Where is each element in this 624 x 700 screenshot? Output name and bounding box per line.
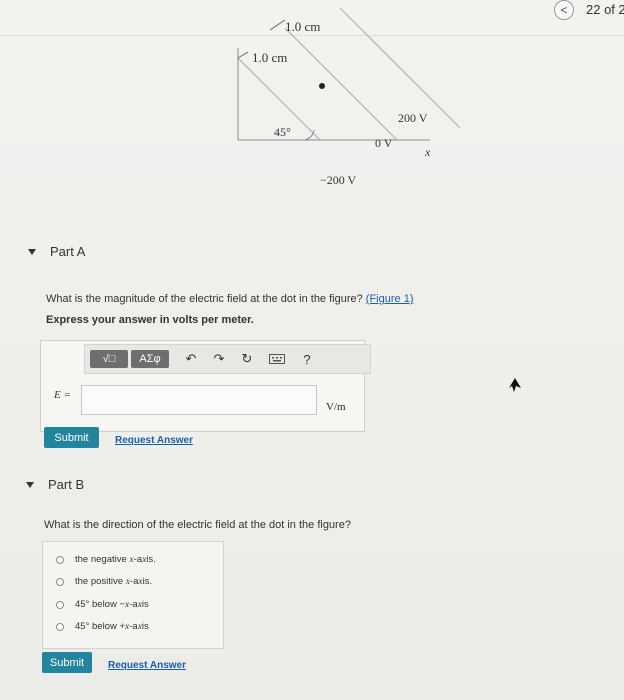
radio-button[interactable] xyxy=(56,600,64,609)
unit-label: V/m xyxy=(326,401,346,413)
part-b-request-answer-link[interactable]: Request Answer xyxy=(108,660,186,671)
label-0v: 0 V xyxy=(375,136,393,150)
equipotential-figure: 1.0 cm 1.0 cm 45° 200 V 0 V x −200 V xyxy=(237,8,460,187)
templates-button[interactable]: √□ xyxy=(90,350,128,368)
undo-icon[interactable]: ↶ xyxy=(183,351,199,367)
chevron-left-icon: < xyxy=(560,3,568,17)
part-a-submit-button[interactable]: Submit xyxy=(44,427,99,448)
collapse-triangle-icon xyxy=(28,248,36,255)
part-b-submit-button[interactable]: Submit xyxy=(42,652,92,673)
choice-positive-x[interactable]: the positive x-axis. xyxy=(56,576,152,587)
point-dot xyxy=(319,83,325,89)
collapse-triangle-icon xyxy=(26,481,34,488)
choice-label: 45° below +x-axis xyxy=(75,621,149,632)
reset-icon[interactable]: ↻ xyxy=(239,351,255,367)
choices-panel: the negative x-axis. the positive x-axis… xyxy=(42,541,224,649)
label-x-axis: x xyxy=(424,145,431,159)
label-left-distance: 1.0 cm xyxy=(252,50,287,65)
radio-button[interactable] xyxy=(56,622,64,631)
dimension-arrow-left xyxy=(237,51,249,59)
part-a-title: Part A xyxy=(50,244,86,259)
part-b-title: Part B xyxy=(48,477,85,492)
label-angle: 45° xyxy=(274,125,291,139)
keyboard-icon[interactable] xyxy=(269,351,285,367)
choice-45-below-negative-x[interactable]: 45° below −x-axis xyxy=(56,599,149,610)
choice-label: the negative x-axis. xyxy=(75,554,156,565)
label-top-distance: 1.0 cm xyxy=(285,19,320,34)
math-toolbar: √□ ΑΣφ ↶ ↷ ↻ ? xyxy=(84,344,371,374)
equipotential-line-200 xyxy=(339,8,460,129)
part-a-header[interactable]: Part A xyxy=(28,244,85,259)
answer-input[interactable] xyxy=(81,385,317,415)
angle-arc xyxy=(304,129,315,141)
previous-button[interactable]: < xyxy=(554,0,574,20)
help-button[interactable]: ? xyxy=(299,351,315,367)
part-a-instruction: Express your answer in volts per meter. xyxy=(46,314,254,326)
dimension-arrow-top xyxy=(269,19,286,31)
variable-label: E = xyxy=(54,389,71,401)
part-a-question-text: What is the magnitude of the electric fi… xyxy=(46,293,366,305)
choice-label: the positive x-axis. xyxy=(75,576,153,587)
page-count: 22 of 2 xyxy=(586,2,624,17)
part-b-header[interactable]: Part B xyxy=(26,477,84,492)
equipotential-line-0 xyxy=(284,27,398,141)
label-200v: 200 V xyxy=(398,111,428,125)
redo-icon[interactable]: ↷ xyxy=(211,351,227,367)
mouse-cursor-icon xyxy=(509,378,521,392)
answer-panel: √□ ΑΣφ ↶ ↷ ↻ ? E = V/m xyxy=(40,340,371,432)
choice-45-below-positive-x[interactable]: 45° below +x-axis xyxy=(56,621,149,632)
part-b-question: What is the direction of the electric fi… xyxy=(44,519,351,531)
choice-negative-x[interactable]: the negative x-axis. xyxy=(56,554,156,565)
choice-label: 45° below −x-axis xyxy=(75,599,149,610)
label-neg200v: −200 V xyxy=(320,173,357,187)
figure-link[interactable]: (Figure 1) xyxy=(366,293,414,305)
part-a-question: What is the magnitude of the electric fi… xyxy=(46,293,413,305)
radio-button[interactable] xyxy=(56,555,64,564)
radio-button[interactable] xyxy=(56,577,64,586)
part-a-request-answer-link[interactable]: Request Answer xyxy=(115,435,193,446)
greek-symbols-button[interactable]: ΑΣφ xyxy=(131,350,169,368)
